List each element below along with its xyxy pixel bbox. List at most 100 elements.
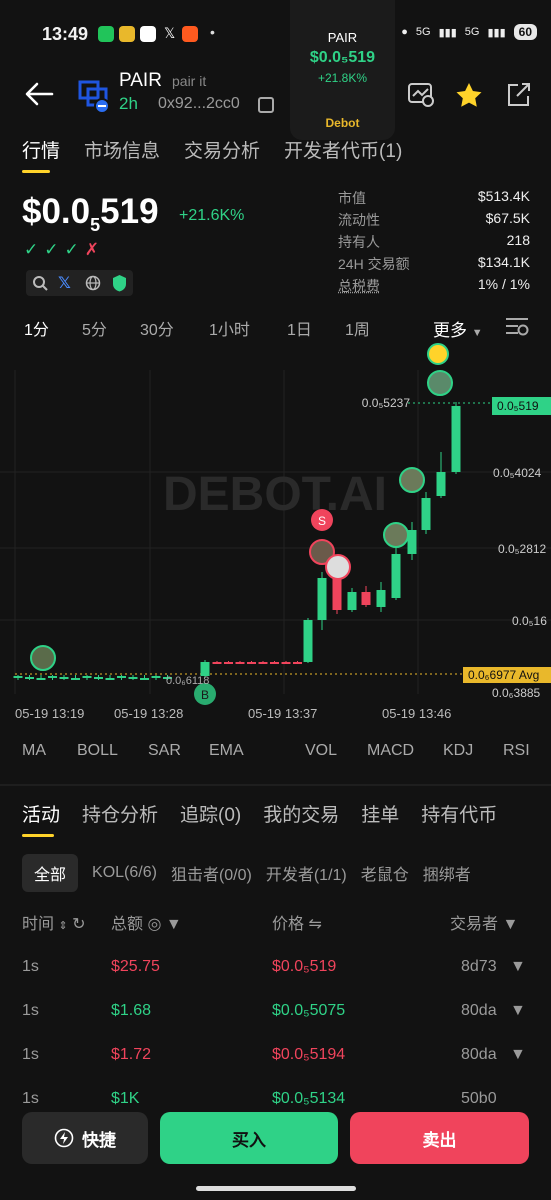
interval-1d[interactable]: 1日	[287, 316, 312, 340]
pair-subtitle: pair it	[172, 73, 207, 89]
filter-icon: ▼	[510, 1002, 526, 1019]
tab-orders[interactable]: 挂单	[361, 800, 399, 827]
more-intervals-button[interactable]: 更多 ▼	[433, 316, 483, 341]
main-tabs: 行情 市场信息 交易分析 开发者代币(1)	[22, 136, 402, 173]
check-icon: ✓	[64, 240, 79, 259]
x-app-icon: 𝕏	[164, 25, 176, 41]
token-logo	[78, 80, 110, 114]
table-row[interactable]: 1s $1K $0.0₅5134 50b0	[0, 1090, 551, 1110]
indicator-ema[interactable]: EMA	[209, 742, 244, 760]
x-icon[interactable]: 𝕏	[58, 273, 71, 293]
tab-dev-tokens[interactable]: 开发者代币(1)	[284, 136, 402, 163]
sell-marker-label: S	[318, 514, 326, 528]
tab-tracking[interactable]: 追踪(0)	[180, 800, 241, 827]
header-price[interactable]: 价格 ⇋	[272, 910, 322, 934]
activity-tabs: 活动 持仓分析 追踪(0) 我的交易 挂单 持有代币	[22, 800, 497, 837]
globe-icon[interactable]	[85, 275, 101, 291]
refresh-icon: ↻	[72, 916, 86, 933]
indicator-vol[interactable]: VOL	[305, 742, 337, 760]
shield-icon[interactable]	[111, 274, 128, 292]
candle-body	[270, 662, 279, 664]
candle-body	[59, 677, 69, 679]
candle-body	[94, 677, 103, 679]
location-icon: ●	[401, 26, 408, 38]
tab-holding-tokens[interactable]: 持有代币	[421, 800, 497, 827]
tab-holdings-analysis[interactable]: 持仓分析	[82, 800, 158, 827]
tab-market-info[interactable]: 市场信息	[84, 136, 160, 163]
chart-settings-icon[interactable]	[504, 315, 530, 337]
watch-chart-icon[interactable]	[407, 82, 435, 108]
home-indicator[interactable]	[196, 1186, 356, 1191]
price-widget[interactable]: PAIR $0.0₅519 +21.8K% Debot	[290, 0, 395, 140]
interval-30m[interactable]: 30分	[140, 316, 174, 340]
widget-price: $0.0₅519	[309, 49, 376, 66]
high-price-label: 0.0₅5237	[362, 396, 411, 410]
battery-icon: 60	[513, 24, 537, 40]
search-icon[interactable]	[32, 275, 48, 291]
low-price-label: 0.0₆6118	[166, 675, 209, 687]
filter-icon: ▼	[510, 1046, 526, 1063]
header-amount[interactable]: 总额 ◎ ▼	[111, 910, 182, 934]
check-icon: ✓	[24, 240, 39, 259]
security-checks[interactable]: ✓ ✓ ✓ ✗	[24, 236, 112, 264]
price-chart[interactable]: DEBOT.AI S B 0.0₅5237 0.0₅519 0.0₅4024 0…	[0, 342, 551, 730]
tab-my-trades[interactable]: 我的交易	[263, 800, 339, 827]
indicator-macd[interactable]: MACD	[367, 742, 414, 760]
header-trader[interactable]: 交易者 ▼	[450, 910, 518, 934]
candle-body	[140, 678, 149, 680]
lightning-icon	[54, 1128, 74, 1148]
x-tick: 05-19 13:37	[248, 706, 317, 721]
tab-trade-analysis[interactable]: 交易分析	[184, 136, 260, 163]
quick-trade-button[interactable]: 快捷	[22, 1112, 148, 1164]
filter-sniper[interactable]: 狙击者(0/0)	[171, 861, 252, 885]
x-tick: 05-19 13:46	[382, 706, 451, 721]
favorite-star-icon[interactable]	[455, 82, 483, 108]
table-row[interactable]: 1s $25.75 $0.0₅519 8d73 ▼	[0, 958, 551, 1002]
candle-body	[293, 662, 302, 664]
candle-body	[421, 498, 431, 530]
indicator-ma[interactable]: MA	[22, 742, 46, 760]
status-bar: 13:49 𝕏 • ✱ ● 5G ▮▮▮ 5G ▮▮▮ 60	[0, 0, 551, 72]
filter-insider[interactable]: 老鼠仓	[361, 861, 409, 885]
candle-body	[36, 678, 46, 680]
indicator-rsi[interactable]: RSI	[503, 742, 530, 760]
table-row[interactable]: 1s $1.68 $0.0₅5075 80da ▼	[0, 1002, 551, 1046]
candle-body	[105, 678, 115, 680]
table-row[interactable]: 1s $1.72 $0.0₅5194 80da ▼	[0, 1046, 551, 1090]
candle-body	[247, 662, 256, 664]
copy-icon[interactable]	[258, 97, 274, 113]
swap-icon: ⇋	[308, 916, 322, 933]
interval-5m[interactable]: 5分	[82, 316, 107, 340]
more-dot-icon: •	[210, 24, 215, 40]
tab-activity[interactable]: 活动	[22, 800, 60, 837]
indicator-sar[interactable]: SAR	[148, 742, 181, 760]
tab-market[interactable]: 行情	[22, 136, 60, 173]
interval-1m[interactable]: 1分	[24, 316, 49, 340]
header-time[interactable]: 时间 ⇕ ↻	[22, 910, 86, 934]
share-icon[interactable]	[505, 82, 533, 108]
indicator-kdj[interactable]: KDJ	[443, 742, 473, 760]
filter-kol[interactable]: KOL(6/6)	[92, 864, 157, 882]
candle-body	[224, 662, 233, 664]
indicator-boll[interactable]: BOLL	[77, 742, 118, 760]
stat-volume-24h: 24H 交易额 $134.1K	[338, 254, 530, 272]
avg-price-label: 0.0₆6977 Avg	[468, 668, 539, 682]
filter-all[interactable]: 全部	[22, 854, 79, 892]
candle-body	[82, 676, 92, 678]
trader-filters: 全部 KOL(6/6) 狙击者(0/0) 开发者(1/1) 老鼠仓 捆绑者	[22, 854, 471, 892]
interval-1h[interactable]: 1小时	[209, 316, 250, 340]
interval-1w[interactable]: 1周	[345, 316, 370, 340]
contract-address[interactable]: 0x92...2cc0	[158, 95, 240, 113]
filter-developer[interactable]: 开发者(1/1)	[266, 861, 347, 885]
candle-body	[436, 472, 446, 496]
sell-button[interactable]: 卖出	[350, 1112, 529, 1164]
cross-icon: ✗	[84, 240, 99, 259]
filter-icon: ▼	[165, 916, 182, 933]
candle-body	[376, 590, 386, 607]
back-arrow-icon[interactable]	[24, 80, 54, 108]
filter-bundler[interactable]: 捆绑者	[423, 861, 471, 885]
candle-body	[25, 677, 34, 679]
candle-body	[151, 676, 161, 678]
buy-button[interactable]: 买入	[160, 1112, 338, 1164]
wechat-icon	[98, 26, 114, 42]
